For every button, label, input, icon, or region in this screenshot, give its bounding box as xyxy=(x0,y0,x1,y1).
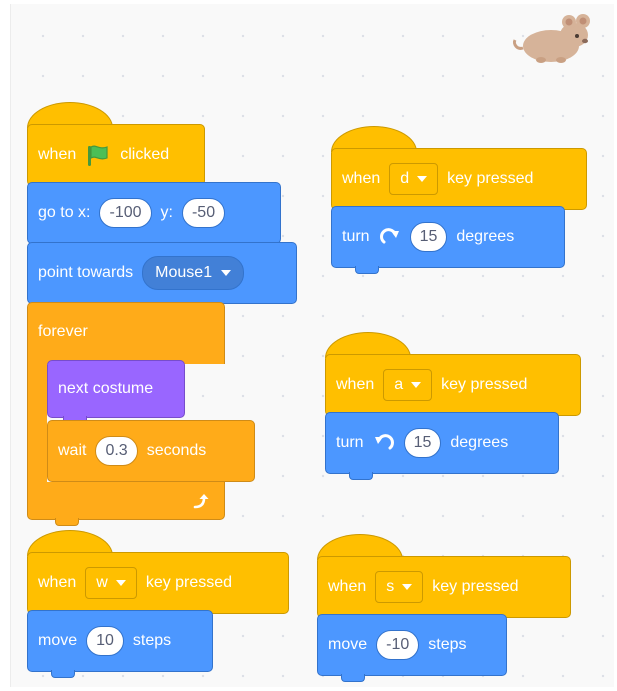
when-label: when xyxy=(342,170,381,187)
chevron-down-icon xyxy=(221,270,232,276)
rotate-right-icon xyxy=(379,226,401,248)
point-target-value: Mouse1 xyxy=(155,264,213,281)
turn-degrees-input[interactable]: 15 xyxy=(409,222,448,252)
block-notch xyxy=(55,518,79,526)
code-workspace[interactable]: when clicked go to x: -100 y: -50 point … xyxy=(10,4,614,687)
turn-left-block[interactable]: turn 15 degrees xyxy=(325,412,559,474)
mouse-sprite-icon xyxy=(511,10,597,68)
steps-label: steps xyxy=(428,636,467,653)
forever-block[interactable]: forever xyxy=(27,302,225,364)
forever-bottom xyxy=(27,482,225,520)
turn-label: turn xyxy=(336,434,364,451)
chevron-down-icon xyxy=(417,176,428,182)
forever-label: forever xyxy=(38,323,88,340)
key-value: d xyxy=(400,170,410,187)
key-pressed-label: key pressed xyxy=(441,376,528,393)
degrees-label: degrees xyxy=(450,434,509,451)
move-steps-block[interactable]: move 10 steps xyxy=(27,610,213,672)
key-value: a xyxy=(394,376,404,393)
chevron-down-icon xyxy=(411,382,422,388)
key-pressed-label: key pressed xyxy=(432,578,519,595)
key-value: w xyxy=(96,574,108,591)
y-input[interactable]: -50 xyxy=(181,198,226,228)
block-notch xyxy=(355,266,379,274)
move-steps-block[interactable]: move -10 steps xyxy=(317,614,507,676)
chevron-down-icon xyxy=(402,584,413,590)
y-label: y: xyxy=(160,204,173,221)
when-flag-clicked-block[interactable]: when clicked xyxy=(27,124,205,186)
block-notch xyxy=(51,670,75,678)
key-a-dropdown[interactable]: a xyxy=(383,369,433,401)
move-label: move xyxy=(38,632,78,649)
loop-arrow-icon xyxy=(192,492,210,510)
wait-label: wait xyxy=(58,442,87,459)
move-label: move xyxy=(328,636,368,653)
when-a-key-pressed-block[interactable]: when a key pressed xyxy=(325,354,581,416)
next-costume-label: next costume xyxy=(58,380,154,397)
point-towards-block[interactable]: point towards Mouse1 xyxy=(27,242,297,304)
key-pressed-label: key pressed xyxy=(447,170,534,187)
turn-degrees-input[interactable]: 15 xyxy=(403,428,442,458)
go-to-x-label: go to x: xyxy=(38,204,91,221)
key-d-dropdown[interactable]: d xyxy=(389,163,439,195)
clicked-label: clicked xyxy=(120,146,170,163)
steps-label: steps xyxy=(132,632,172,649)
block-notch xyxy=(341,674,365,682)
when-s-key-pressed-block[interactable]: when s key pressed xyxy=(317,556,571,618)
green-flag-icon xyxy=(85,143,111,167)
move-steps-input[interactable]: 10 xyxy=(86,626,124,656)
turn-right-block[interactable]: turn 15 degrees xyxy=(331,206,565,268)
seconds-label: seconds xyxy=(146,442,207,459)
key-value: s xyxy=(386,578,395,595)
move-steps-input[interactable]: -10 xyxy=(376,630,420,660)
point-towards-label: point towards xyxy=(38,264,134,281)
next-costume-block[interactable]: next costume xyxy=(47,360,185,418)
key-pressed-label: key pressed xyxy=(145,574,233,591)
key-s-dropdown[interactable]: s xyxy=(375,571,424,603)
when-label: when xyxy=(328,578,367,595)
block-notch xyxy=(349,472,373,480)
forever-arm xyxy=(27,360,47,486)
x-input[interactable]: -100 xyxy=(99,198,152,228)
point-target-dropdown[interactable]: Mouse1 xyxy=(142,256,245,290)
rotate-left-icon xyxy=(373,432,395,454)
when-label: when xyxy=(38,146,77,163)
turn-label: turn xyxy=(342,228,370,245)
when-label: when xyxy=(38,574,77,591)
wait-block[interactable]: wait 0.3 seconds xyxy=(47,420,255,482)
when-d-key-pressed-block[interactable]: when d key pressed xyxy=(331,148,587,210)
go-to-xy-block[interactable]: go to x: -100 y: -50 xyxy=(27,182,281,244)
chevron-down-icon xyxy=(115,580,126,586)
degrees-label: degrees xyxy=(456,228,515,245)
wait-seconds-input[interactable]: 0.3 xyxy=(95,436,138,466)
when-label: when xyxy=(336,376,375,393)
key-w-dropdown[interactable]: w xyxy=(85,567,137,599)
when-w-key-pressed-block[interactable]: when w key pressed xyxy=(27,552,289,614)
